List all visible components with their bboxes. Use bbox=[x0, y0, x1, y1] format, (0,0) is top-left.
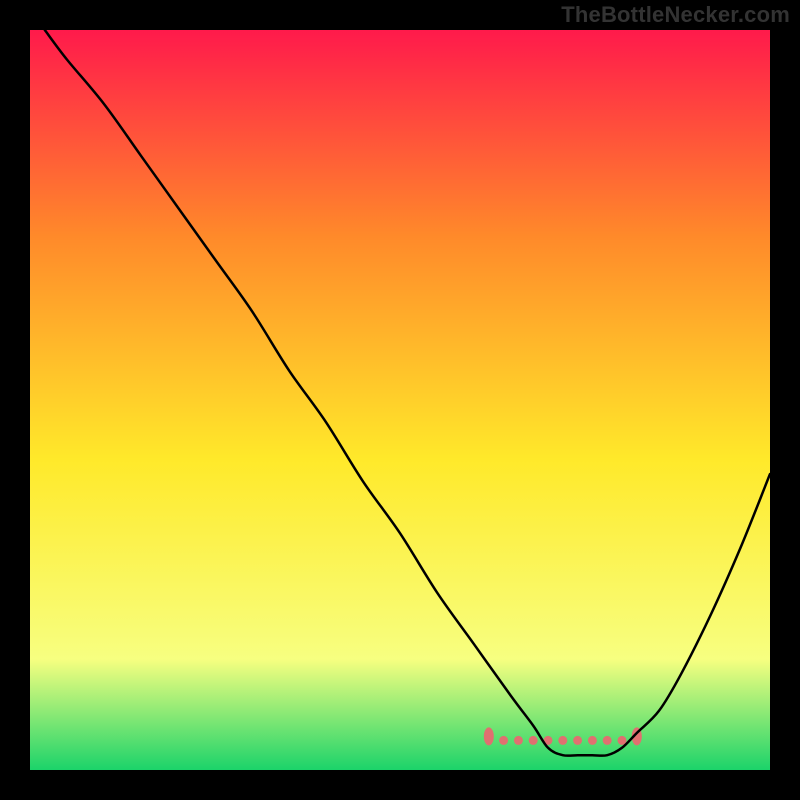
bottleneck-chart bbox=[30, 30, 770, 770]
attribution-label: TheBottleNecker.com bbox=[561, 2, 790, 28]
chart-frame: TheBottleNecker.com bbox=[0, 0, 800, 800]
chart-background bbox=[30, 30, 770, 770]
